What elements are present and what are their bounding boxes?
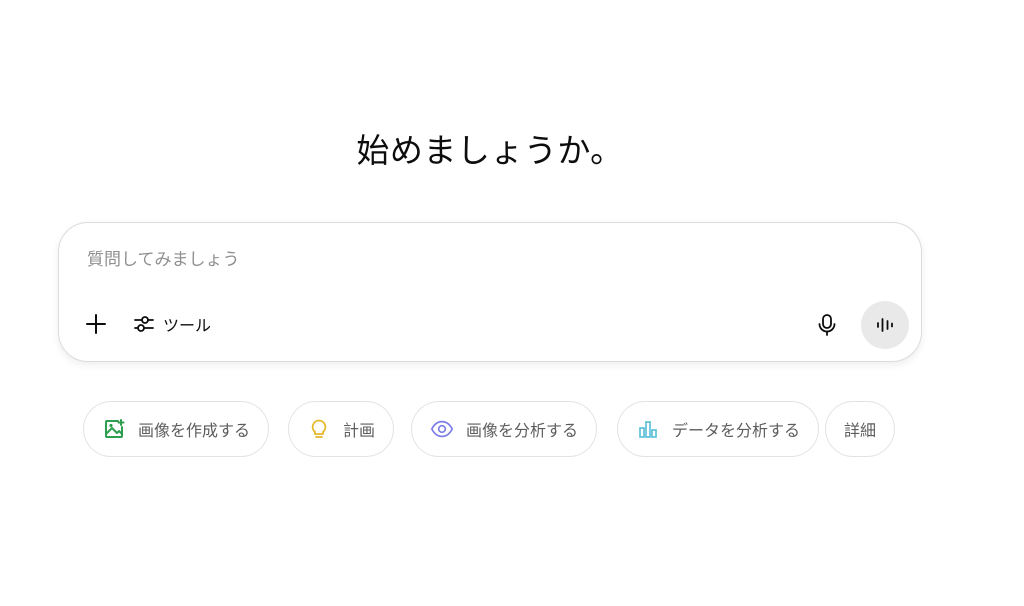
sliders-icon (134, 316, 154, 332)
suggestion-label: 画像を分析する (466, 421, 579, 440)
voice-mode-button[interactable] (861, 301, 909, 349)
lightbulb-icon (307, 417, 331, 441)
suggestion-plan[interactable]: 計画 (288, 401, 395, 457)
suggestion-analyze-image[interactable]: 画像を分析する (411, 401, 598, 457)
prompt-input[interactable] (87, 245, 867, 275)
suggestion-label: データを分析する (672, 421, 801, 440)
suggestion-more[interactable]: 詳細 (825, 401, 896, 457)
page-heading: 始めましょうか。 (356, 131, 624, 170)
prompt-composer: ツール (58, 222, 922, 362)
microphone-icon (818, 314, 836, 336)
bar-chart-icon (636, 417, 660, 441)
attach-button[interactable] (81, 309, 111, 339)
waveform-icon (877, 318, 893, 332)
tools-button[interactable]: ツール (129, 309, 215, 339)
suggestion-label: 詳細 (844, 421, 877, 440)
tools-label: ツール (163, 316, 212, 335)
plus-icon (86, 314, 106, 334)
eye-icon (430, 417, 454, 441)
image-create-icon (102, 417, 126, 441)
suggestion-create-image[interactable]: 画像を作成する (83, 401, 270, 457)
suggestion-label: 計画 (343, 421, 376, 440)
suggestion-analyze-data[interactable]: データを分析する (617, 401, 820, 457)
app-root: 始めましょうか。 ツール (0, 0, 1024, 606)
suggestion-label: 画像を作成する (138, 421, 251, 440)
dictate-button[interactable] (811, 309, 843, 341)
